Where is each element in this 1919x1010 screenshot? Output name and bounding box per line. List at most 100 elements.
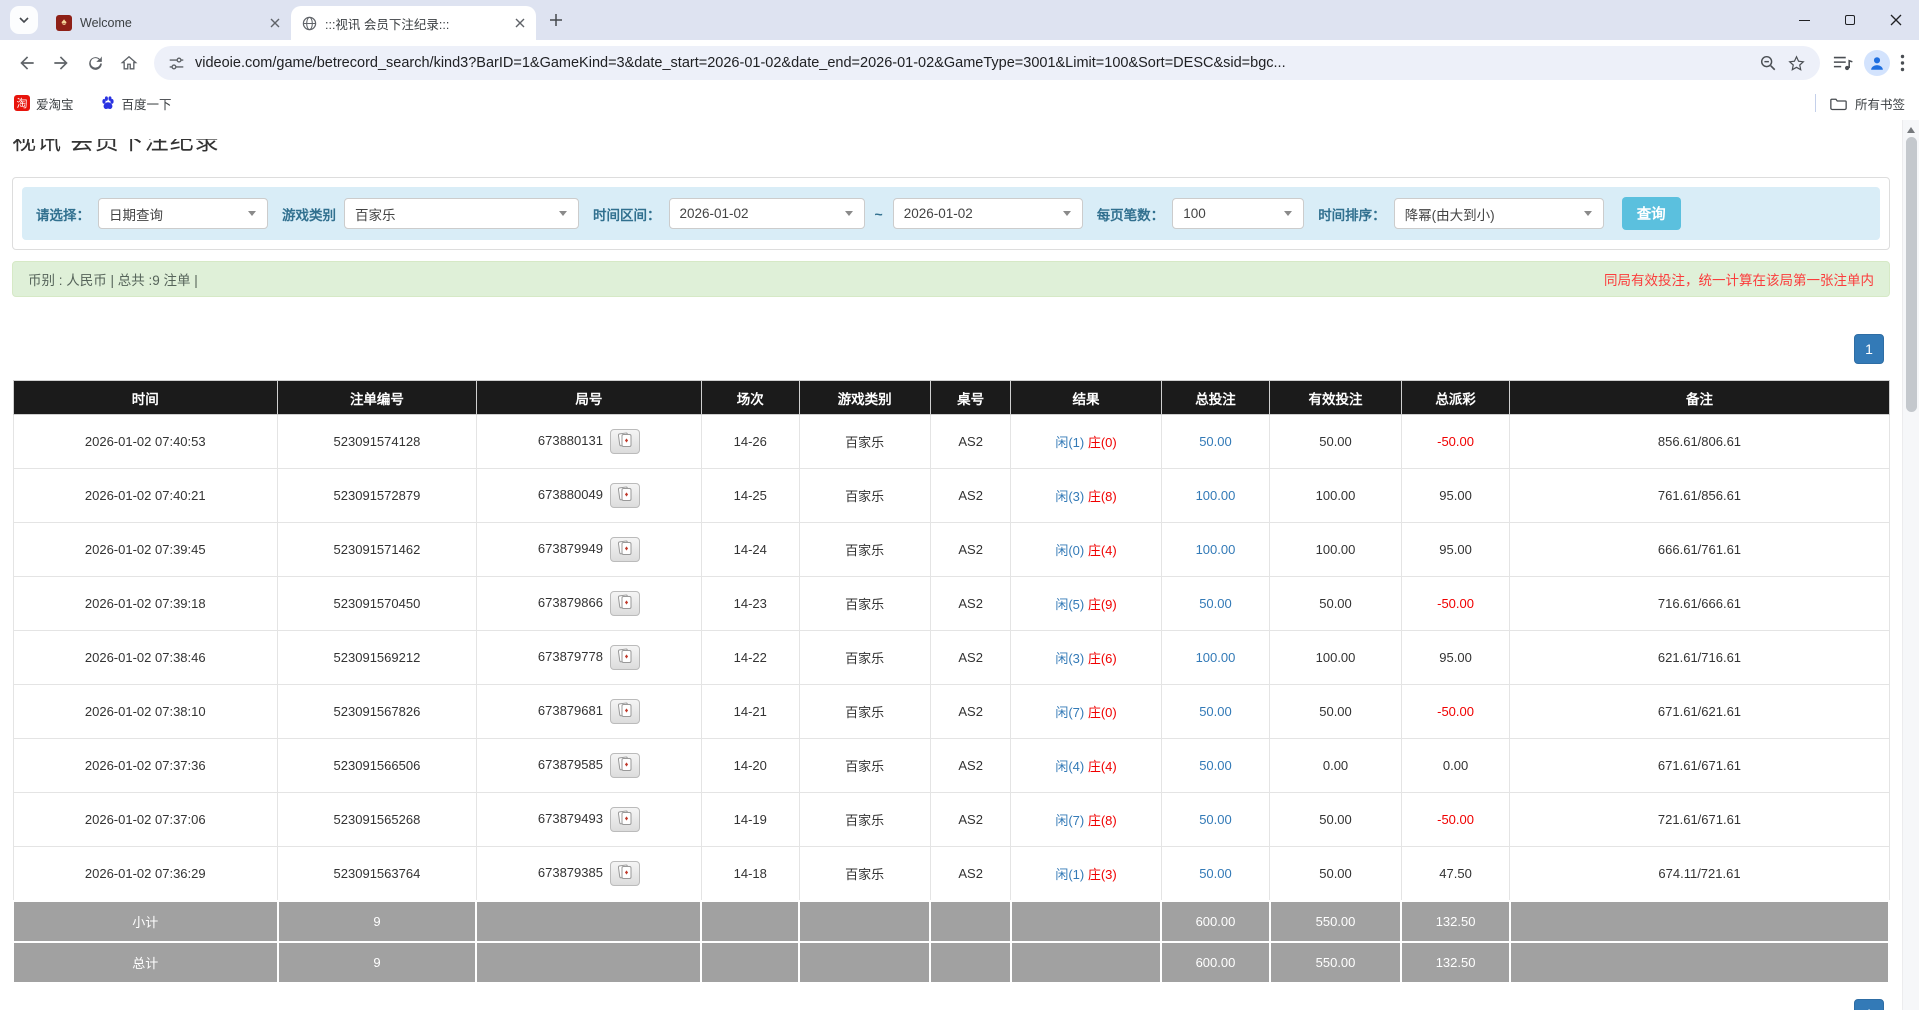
cell-total-bet[interactable]: 50.00 bbox=[1161, 577, 1270, 631]
card-result-button[interactable]: ♦ bbox=[610, 429, 640, 454]
cell-game: 百家乐 bbox=[799, 847, 930, 901]
close-window-button[interactable] bbox=[1873, 0, 1919, 40]
svg-text:♦: ♦ bbox=[625, 816, 629, 823]
cell-total-bet[interactable]: 50.00 bbox=[1161, 793, 1270, 847]
tab-search-button[interactable] bbox=[10, 6, 38, 34]
reload-icon bbox=[86, 54, 105, 73]
cell-total-bet[interactable]: 50.00 bbox=[1161, 685, 1270, 739]
cell-bet-id: 523091566506 bbox=[278, 739, 477, 793]
footer-valid-bet: 550.00 bbox=[1270, 901, 1401, 942]
playing-cards-icon: ♦ bbox=[618, 810, 632, 829]
playing-cards-icon: ♦ bbox=[618, 432, 632, 451]
tab-close-icon[interactable] bbox=[267, 15, 283, 31]
cell-valid-bet: 100.00 bbox=[1270, 631, 1401, 685]
bet-records-table: 时间注单编号局号场次游戏类别桌号结果总投注有效投注总派彩备注 2026-01-0… bbox=[12, 380, 1890, 984]
scrollbar-thumb[interactable] bbox=[1906, 137, 1917, 412]
cell-total-bet[interactable]: 100.00 bbox=[1161, 523, 1270, 577]
menu-dots-icon[interactable] bbox=[1900, 54, 1905, 72]
player-result: 闲(1) bbox=[1055, 435, 1084, 450]
page-content: 视讯 会员下注纪录 请选择： 日期查询 游戏类别 百家乐 时间区间： 2026-… bbox=[0, 120, 1919, 1010]
cell-round: 673879778♦ bbox=[476, 631, 701, 685]
cell-result: 闲(1) 庄(3) bbox=[1011, 847, 1161, 901]
cell-game: 百家乐 bbox=[799, 685, 930, 739]
vertical-scrollbar[interactable] bbox=[1902, 120, 1919, 1010]
forward-button[interactable] bbox=[44, 46, 78, 80]
cell-remark: 761.61/856.61 bbox=[1510, 469, 1889, 523]
bookmarks-bar: 淘 爱淘宝 百度一下 所有书签 bbox=[0, 86, 1919, 120]
back-button[interactable] bbox=[10, 46, 44, 80]
arrow-left-icon bbox=[17, 53, 37, 73]
date-start-select[interactable]: 2026-01-02 bbox=[669, 198, 865, 229]
tab-close-icon[interactable] bbox=[512, 15, 528, 31]
sort-select[interactable]: 降幂(由大到小) bbox=[1394, 198, 1604, 229]
all-bookmarks[interactable]: 所有书签 bbox=[1815, 94, 1905, 113]
card-result-button[interactable]: ♦ bbox=[610, 699, 640, 724]
bookmark-star-icon[interactable] bbox=[1787, 54, 1806, 73]
media-controls-icon[interactable] bbox=[1832, 53, 1854, 73]
scroll-up-icon[interactable] bbox=[1907, 127, 1915, 133]
cell-bet-id: 523091571462 bbox=[278, 523, 477, 577]
player-result: 闲(7) bbox=[1055, 705, 1084, 720]
cell-total-bet[interactable]: 50.00 bbox=[1161, 739, 1270, 793]
maximize-icon bbox=[1845, 15, 1855, 25]
browser-tab-welcome[interactable]: ♠ Welcome bbox=[46, 6, 291, 40]
table-header-row: 时间注单编号局号场次游戏类别桌号结果总投注有效投注总派彩备注 bbox=[13, 381, 1889, 415]
card-result-button[interactable]: ♦ bbox=[610, 753, 640, 778]
card-result-button[interactable]: ♦ bbox=[610, 807, 640, 832]
cell-round: 673879385♦ bbox=[476, 847, 701, 901]
url-text[interactable]: videoie.com/game/betrecord_search/kind3?… bbox=[195, 55, 1749, 71]
column-header: 总派彩 bbox=[1401, 381, 1510, 415]
zoom-out-icon[interactable] bbox=[1759, 54, 1777, 72]
bookmark-taobao[interactable]: 淘 爱淘宝 bbox=[14, 94, 74, 113]
table-row: 2026-01-02 07:38:10 523091567826 6738796… bbox=[13, 685, 1889, 739]
query-type-select[interactable]: 日期查询 bbox=[98, 198, 268, 229]
window-controls bbox=[1781, 0, 1919, 40]
new-tab-button[interactable] bbox=[542, 6, 570, 34]
game-type-label: 游戏类别 bbox=[282, 204, 336, 224]
card-result-button[interactable]: ♦ bbox=[610, 861, 640, 886]
tab-strip: ♠ Welcome :::视讯 会员下注纪录::: bbox=[0, 0, 1919, 40]
reload-button[interactable] bbox=[78, 46, 112, 80]
cell-session: 14-24 bbox=[701, 523, 799, 577]
cell-total-bet[interactable]: 50.00 bbox=[1161, 847, 1270, 901]
home-button[interactable] bbox=[112, 46, 146, 80]
card-result-button[interactable]: ♦ bbox=[610, 591, 640, 616]
cell-game: 百家乐 bbox=[799, 577, 930, 631]
page-1-button[interactable]: 1 bbox=[1854, 334, 1884, 364]
page-size-select[interactable]: 100 bbox=[1172, 198, 1304, 229]
cell-total-bet[interactable]: 100.00 bbox=[1161, 469, 1270, 523]
all-bookmarks-label: 所有书签 bbox=[1855, 94, 1905, 113]
cell-total-bet[interactable]: 50.00 bbox=[1161, 415, 1270, 469]
cell-game: 百家乐 bbox=[799, 523, 930, 577]
card-result-button[interactable]: ♦ bbox=[610, 483, 640, 508]
date-end-select[interactable]: 2026-01-02 bbox=[893, 198, 1083, 229]
cell-remark: 671.61/621.61 bbox=[1510, 685, 1889, 739]
table-row: 2026-01-02 07:40:53 523091574128 6738801… bbox=[13, 415, 1889, 469]
cell-game: 百家乐 bbox=[799, 793, 930, 847]
minimize-button[interactable] bbox=[1781, 0, 1827, 40]
page-1-button-bottom[interactable]: 1 bbox=[1854, 999, 1884, 1010]
url-bar[interactable]: videoie.com/game/betrecord_search/kind3?… bbox=[154, 46, 1820, 80]
card-result-button[interactable]: ♦ bbox=[610, 537, 640, 562]
footer-count: 9 bbox=[278, 942, 477, 983]
card-result-button[interactable]: ♦ bbox=[610, 645, 640, 670]
bookmark-baidu[interactable]: 百度一下 bbox=[100, 94, 172, 113]
cell-total-bet[interactable]: 100.00 bbox=[1161, 631, 1270, 685]
table-row: 2026-01-02 07:39:18 523091570450 6738798… bbox=[13, 577, 1889, 631]
profile-avatar[interactable] bbox=[1864, 50, 1890, 76]
cell-bet-id: 523091570450 bbox=[278, 577, 477, 631]
cell-game: 百家乐 bbox=[799, 415, 930, 469]
browser-tab-betrecord[interactable]: :::视讯 会员下注纪录::: bbox=[291, 6, 536, 40]
cell-session: 14-19 bbox=[701, 793, 799, 847]
svg-text:♦: ♦ bbox=[625, 869, 629, 876]
cell-table: AS2 bbox=[930, 685, 1011, 739]
game-type-select[interactable]: 百家乐 bbox=[344, 198, 579, 229]
maximize-button[interactable] bbox=[1827, 0, 1873, 40]
search-button[interactable]: 查询 bbox=[1622, 197, 1681, 230]
minimize-icon bbox=[1799, 20, 1810, 21]
column-header: 有效投注 bbox=[1270, 381, 1401, 415]
table-row: 2026-01-02 07:40:21 523091572879 6738800… bbox=[13, 469, 1889, 523]
player-result: 闲(4) bbox=[1055, 759, 1084, 774]
toolbar-right bbox=[1828, 50, 1909, 76]
cell-table: AS2 bbox=[930, 631, 1011, 685]
